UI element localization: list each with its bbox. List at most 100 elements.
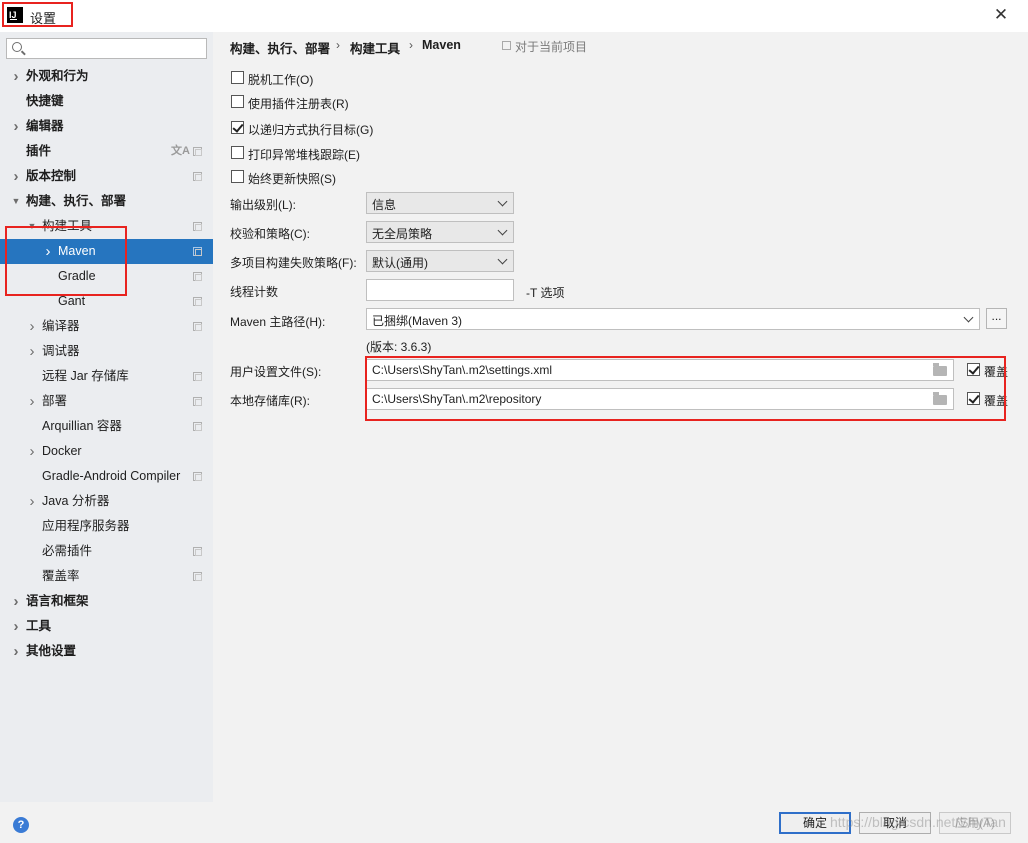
title-highlight-box [2, 2, 73, 27]
sidebar-item-other-settings[interactable]: › 其他设置 [0, 639, 213, 664]
chevron-right-icon[interactable]: › [11, 164, 21, 189]
watermark: https://blog.csdn.net/ShyTan [830, 814, 1006, 830]
breadcrumb-build-exec-deploy[interactable]: 构建、执行、部署 [230, 38, 330, 57]
project-scope-icon [502, 41, 511, 50]
always-update-label: 始终更新快照(S) [248, 172, 336, 186]
sidebar-item-coverage[interactable]: 覆盖率 [0, 564, 213, 589]
breadcrumb-build-tools[interactable]: 构建工具 [350, 38, 400, 57]
sidebar-item-java-profiler[interactable]: › Java 分析器 [0, 489, 213, 514]
chevron-right-icon[interactable]: › [27, 314, 37, 339]
offline-label: 脱机工作(O) [248, 73, 314, 87]
chevron-right-icon[interactable]: › [11, 114, 21, 139]
always-update-checkbox[interactable] [231, 170, 244, 183]
sidebar-item-required-plugins[interactable]: 必需插件 [0, 539, 213, 564]
chevron-right-icon[interactable]: › [27, 389, 37, 414]
maven-settings-panel: 构建、执行、部署 › 构建工具 › Maven 对于当前项目 脱机工作(O) 使… [213, 32, 1028, 802]
translate-icon: 文A [171, 145, 190, 157]
print-stack-checkbox[interactable] [231, 146, 244, 159]
sidebar-item-label: 语言和框架 [26, 594, 89, 608]
sidebar-item-label: 部署 [42, 394, 68, 408]
close-icon[interactable]: ✕ [990, 4, 1012, 26]
output-level-label: 输出级别(L): [230, 198, 297, 212]
breadcrumb-maven: Maven [422, 38, 461, 52]
title-bar: IJ 设置 ✕ [0, 0, 1028, 32]
sidebar-item-docker[interactable]: › Docker [0, 439, 213, 464]
sidebar-item-label: 应用程序服务器 [42, 519, 130, 533]
sidebar-item-label: Arquillian 容器 [42, 419, 122, 433]
checksum-policy-select[interactable]: 无全局策略 [366, 221, 514, 243]
chevron-right-icon[interactable]: › [27, 489, 37, 514]
sidebar-item-tools[interactable]: › 工具 [0, 614, 213, 639]
settings-sidebar: › 外观和行为 快捷键 › 编辑器 插件 文A › 版本控制 ▼ 构建、执行、部署 ▼ 构建工具 › Mav… [0, 32, 213, 802]
chevron-down-icon [963, 312, 974, 323]
fail-policy-select[interactable]: 默认(通用) [366, 250, 514, 272]
project-settings-icon [193, 272, 202, 281]
chevron-right-icon[interactable]: › [11, 589, 21, 614]
sidebar-item-keymap[interactable]: 快捷键 [0, 89, 213, 114]
breadcrumb-separator: › [409, 38, 413, 52]
offline-checkbox[interactable] [231, 71, 244, 84]
sidebar-item-languages-frameworks[interactable]: › 语言和框架 [0, 589, 213, 614]
sidebar-item-label: 必需插件 [42, 544, 93, 558]
chevron-right-icon[interactable]: › [27, 339, 37, 364]
chevron-right-icon[interactable]: › [11, 64, 21, 89]
checksum-policy-value: 无全局策略 [372, 227, 433, 241]
chevron-right-icon[interactable]: › [11, 614, 21, 639]
sidebar-item-deployment[interactable]: › 部署 [0, 389, 213, 414]
chevron-right-icon[interactable]: › [27, 439, 37, 464]
sidebar-item-compiler[interactable]: › 编译器 [0, 314, 213, 339]
thread-count-hint: -T 选项 [526, 286, 565, 300]
sidebar-item-label: 构建、执行、部署 [26, 194, 127, 208]
project-settings-icon [193, 297, 202, 306]
sidebar-item-editor[interactable]: › 编辑器 [0, 114, 213, 139]
plugin-registry-label: 使用插件注册表(R) [248, 97, 349, 111]
thread-count-input[interactable] [366, 279, 514, 301]
maven-version-label: (版本: 3.6.3) [366, 340, 432, 354]
project-settings-icon [193, 322, 202, 331]
fail-policy-value: 默认(通用) [372, 256, 428, 270]
sidebar-item-appearance[interactable]: › 外观和行为 [0, 64, 213, 89]
plugin-registry-checkbox[interactable] [231, 95, 244, 108]
browse-maven-home-button[interactable]: ... [986, 308, 1007, 329]
search-icon [12, 42, 22, 52]
sidebar-item-label: 快捷键 [26, 94, 64, 108]
project-settings-icon [193, 397, 202, 406]
user-settings-label: 用户设置文件(S): [230, 365, 322, 379]
sidebar-item-label: 调试器 [42, 344, 80, 358]
sidebar-item-label: 覆盖率 [42, 569, 80, 583]
recursive-label: 以递归方式执行目标(G) [248, 123, 374, 137]
output-level-value: 信息 [372, 198, 397, 212]
help-icon[interactable]: ? [13, 817, 29, 833]
recursive-checkbox[interactable] [231, 121, 244, 134]
sidebar-item-label: 其他设置 [26, 644, 77, 658]
sidebar-item-label: Docker [42, 444, 82, 458]
sidebar-item-label: 外观和行为 [26, 69, 89, 83]
search-input[interactable] [6, 38, 207, 59]
sidebar-item-label: 版本控制 [26, 169, 77, 183]
project-settings-icon [193, 422, 202, 431]
sidebar-item-debugger[interactable]: › 调试器 [0, 339, 213, 364]
output-level-select[interactable]: 信息 [366, 192, 514, 214]
sidebar-item-label: Gradle-Android Compiler [42, 469, 181, 483]
chevron-right-icon[interactable]: › [11, 639, 21, 664]
chevron-down-icon [497, 225, 508, 236]
checksum-policy-label: 校验和策略(C): [230, 227, 310, 241]
sidebar-item-arquillian[interactable]: Arquillian 容器 [0, 414, 213, 439]
chevron-down-icon[interactable]: ▼ [11, 189, 21, 214]
sidebar-item-vcs[interactable]: › 版本控制 [0, 164, 213, 189]
project-settings-icon [193, 472, 202, 481]
sidebar-item-label: 编译器 [42, 319, 80, 333]
project-settings-icon [193, 547, 202, 556]
sidebar-item-remote-jar-repos[interactable]: 远程 Jar 存储库 [0, 364, 213, 389]
settings-files-highlight-box [365, 356, 1006, 421]
chevron-down-icon [497, 254, 508, 265]
sidebar-item-label: 远程 Jar 存储库 [42, 369, 129, 383]
sidebar-item-plugins[interactable]: 插件 文A [0, 139, 213, 164]
maven-home-select[interactable]: 已捆绑(Maven 3) [366, 308, 980, 330]
sidebar-item-app-servers[interactable]: 应用程序服务器 [0, 514, 213, 539]
chevron-down-icon [497, 196, 508, 207]
sidebar-item-build-exec-deploy[interactable]: ▼ 构建、执行、部署 [0, 189, 213, 214]
project-settings-icon [193, 572, 202, 581]
sidebar-item-gradle-android-compiler[interactable]: Gradle-Android Compiler [0, 464, 213, 489]
dialog-footer: ? 确定 取消 应用(A) https://blog.csdn.net/ShyT… [0, 802, 1028, 843]
